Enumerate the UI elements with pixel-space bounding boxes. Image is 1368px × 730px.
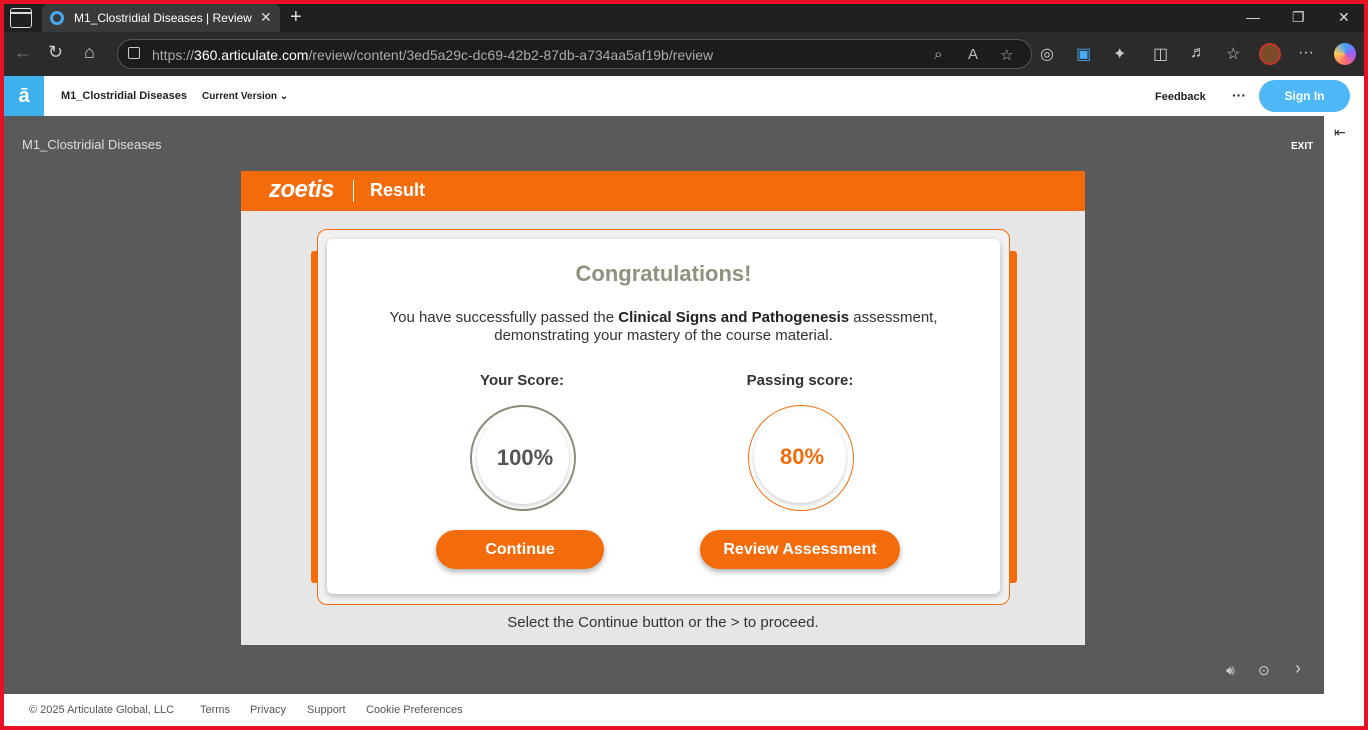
new-tab-button[interactable]: + [290,6,302,29]
side-panel: ⇤ [1324,116,1364,694]
slide-header: zoetis Result [241,171,1085,211]
review-assessment-button[interactable]: Review Assessment [700,530,900,569]
version-dropdown[interactable]: Current Version ⌄ [202,91,288,102]
articulate-logo[interactable]: ā [4,76,44,116]
tab-actions-icon[interactable] [10,8,32,28]
stage-title: M1_Clostridial Diseases [22,137,162,152]
zoom-icon[interactable]: ⌕ [934,46,942,63]
profile-avatar[interactable] [1259,43,1281,65]
course-name: M1_Clostridial Diseases [61,90,187,102]
your-score-label: Your Score: [480,372,564,389]
navigation-bar: ← ↻ ⌂ https://360.articulate.com/review/… [4,32,1364,76]
restore-button[interactable]: ❐ [1292,9,1305,26]
continue-button[interactable]: Continue [436,530,604,569]
browser-tab[interactable]: M1_Clostridial Diseases | Review 360 ✕ [42,4,280,32]
result-slide: zoetis Result Congratulations! You have … [241,171,1085,645]
result-message: You have successfully passed the Clinica… [389,309,938,344]
your-score-ring: 100% [470,405,576,511]
minimize-button[interactable]: — [1246,9,1260,25]
more-options-button[interactable]: ··· [1232,87,1246,103]
player-stage: M1_Clostridial Diseases EXIT zoetis Resu… [4,116,1324,694]
footer-link-terms[interactable]: Terms [200,704,230,716]
browser-window: M1_Clostridial Diseases | Review 360 ✕ +… [4,4,1364,726]
zoetis-logo: zoetis [269,176,335,203]
passing-score-label: Passing score: [746,372,854,389]
chevron-down-icon: ⌄ [279,91,289,102]
congrats-heading: Congratulations! [575,261,752,286]
extensions-puzzle-icon[interactable]: ✦ [1113,44,1126,64]
slide-title: Result [370,180,426,200]
favicon-icon [50,11,64,25]
media-icon[interactable]: ♬ [1190,44,1206,62]
app-header: ā M1_Clostridial Diseases Current Versio… [4,76,1364,116]
footer-link-support[interactable]: Support [307,704,346,716]
your-score-value: 100% [496,445,554,470]
url-text[interactable]: https://360.articulate.com/review/conten… [152,47,713,63]
sign-in-button[interactable]: Sign In [1259,80,1350,112]
extension-icon[interactable]: ◎ [1040,44,1054,64]
footer-link-privacy[interactable]: Privacy [250,704,286,716]
header-divider [353,180,354,202]
screenshot-icon[interactable]: ▣ [1076,44,1091,64]
refresh-icon[interactable]: ↻ [48,42,63,63]
footer-link-cookie-preferences[interactable]: Cookie Preferences [366,704,463,716]
copilot-icon[interactable] [1334,43,1356,65]
address-bar[interactable]: https://360.articulate.com/review/conten… [117,39,1032,69]
play-icon[interactable]: ⊙ [1258,662,1270,679]
copyright: © 2025 Articulate Global, LLC [29,704,175,716]
tab-bar: M1_Clostridial Diseases | Review 360 ✕ +… [4,4,1364,32]
back-icon[interactable]: ← [14,42,32,63]
volume-icon[interactable]: 🔊︎ [1226,662,1235,679]
favorites-icon[interactable]: ☆ [1226,44,1240,64]
exit-button[interactable]: EXIT [1291,141,1313,152]
passing-score-ring: 80% [748,405,854,511]
split-screen-icon[interactable]: ◫ [1153,44,1168,64]
favorite-star-icon[interactable]: ☆ [1000,46,1013,64]
footer: © 2025 Articulate Global, LLC Terms Priv… [4,694,1364,726]
feedback-button[interactable]: Feedback [1155,91,1206,103]
tab-title: M1_Clostridial Diseases | Review 360 [74,11,254,25]
home-icon[interactable]: ⌂ [84,42,95,63]
settings-more-icon[interactable]: ··· [1298,44,1314,62]
next-icon[interactable]: › [1295,658,1301,679]
read-aloud-icon[interactable]: A [968,46,978,63]
collapse-panel-icon[interactable]: ⇤ [1334,124,1346,141]
instruction-text: Select the Continue button or the > to p… [507,614,819,631]
close-tab-icon[interactable]: ✕ [260,9,272,26]
close-window-button[interactable]: ✕ [1338,9,1350,26]
passing-score-value: 80% [779,444,825,469]
lock-icon[interactable] [128,47,140,59]
result-card: Congratulations! You have successfully p… [327,239,1000,594]
